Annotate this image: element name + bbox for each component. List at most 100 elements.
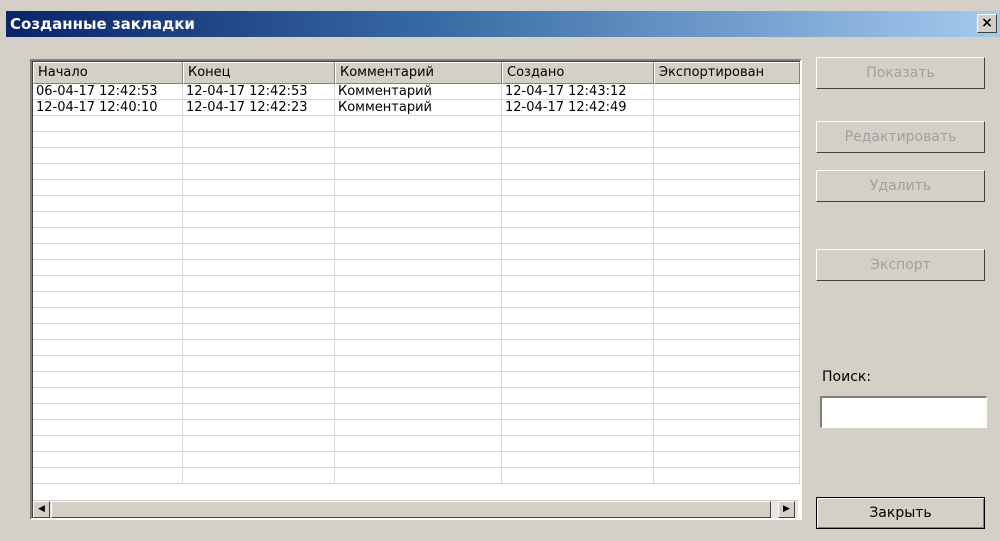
cell-comment <box>335 260 502 276</box>
cell-start <box>33 276 183 292</box>
empty-row <box>33 180 800 196</box>
cell-created <box>502 132 654 148</box>
cell-created <box>502 276 654 292</box>
cell-exported <box>654 228 800 244</box>
cell-end <box>183 228 335 244</box>
export-button[interactable]: Экспорт <box>816 249 985 281</box>
cell-created <box>502 212 654 228</box>
column-header-start[interactable]: Начало <box>33 62 183 84</box>
cell-end <box>183 404 335 420</box>
cell-start <box>33 132 183 148</box>
table-row[interactable]: 12-04-17 12:40:10 12-04-17 12:42:23 Коммен… <box>33 100 800 116</box>
cell-exported <box>654 212 800 228</box>
bookmarks-list[interactable]: Начало Конец Комментарий Создано Экспорт… <box>30 59 802 520</box>
cell-start <box>33 356 183 372</box>
cell-start <box>33 308 183 324</box>
cell-created <box>502 196 654 212</box>
empty-row <box>33 308 800 324</box>
cell-comment <box>335 372 502 388</box>
cell-end <box>183 468 335 484</box>
show-button[interactable]: Показать <box>816 57 985 89</box>
cell-exported <box>654 244 800 260</box>
cell-created <box>502 260 654 276</box>
horizontal-scrollbar[interactable]: ◀ ▶ <box>33 500 798 518</box>
cell-exported <box>654 436 800 452</box>
cell-created <box>502 308 654 324</box>
column-header-exported[interactable]: Экспортирован <box>654 62 800 84</box>
cell-exported <box>654 468 800 484</box>
cell-exported <box>654 100 800 116</box>
cell-start <box>33 420 183 436</box>
cell-start <box>33 164 183 180</box>
column-header-created[interactable]: Создано <box>502 62 654 84</box>
cell-end <box>183 148 335 164</box>
cell-exported <box>654 276 800 292</box>
cell-created <box>502 388 654 404</box>
cell-exported <box>654 404 800 420</box>
cell-start <box>33 340 183 356</box>
cell-start: 06-04-17 12:42:53 <box>33 84 183 100</box>
cell-end <box>183 196 335 212</box>
cell-created <box>502 404 654 420</box>
cell-start <box>33 196 183 212</box>
cell-comment <box>335 180 502 196</box>
scroll-right-button[interactable]: ▶ <box>778 501 795 518</box>
delete-button[interactable]: Удалить <box>816 170 985 202</box>
cell-end <box>183 132 335 148</box>
scroll-left-button[interactable]: ◀ <box>33 501 50 518</box>
title-bar[interactable]: Созданные закладки × <box>6 11 1000 37</box>
column-header-end[interactable]: Конец <box>183 62 335 84</box>
empty-row <box>33 468 800 484</box>
cell-end <box>183 260 335 276</box>
cell-start: 12-04-17 12:40:10 <box>33 100 183 116</box>
cell-exported <box>654 196 800 212</box>
cell-start <box>33 260 183 276</box>
cell-start <box>33 148 183 164</box>
cell-exported <box>654 340 800 356</box>
cell-end <box>183 292 335 308</box>
column-header-comment[interactable]: Комментарий <box>335 62 502 84</box>
cell-exported <box>654 420 800 436</box>
empty-row <box>33 116 800 132</box>
cell-comment <box>335 308 502 324</box>
cell-comment <box>335 276 502 292</box>
table-row[interactable]: 06-04-17 12:42:53 12-04-17 12:42:53 Коммен… <box>33 84 800 100</box>
cell-exported <box>654 148 800 164</box>
cell-exported <box>654 452 800 468</box>
arrow-right-icon: ▶ <box>783 504 790 514</box>
empty-row <box>33 164 800 180</box>
cell-start <box>33 244 183 260</box>
cell-end <box>183 436 335 452</box>
cell-start <box>33 388 183 404</box>
cell-comment <box>335 116 502 132</box>
cell-comment <box>335 244 502 260</box>
edit-button[interactable]: Редактировать <box>816 121 985 153</box>
cell-comment <box>335 388 502 404</box>
close-button[interactable]: Закрыть <box>816 497 985 529</box>
cell-comment <box>335 132 502 148</box>
cell-created <box>502 340 654 356</box>
cell-end <box>183 324 335 340</box>
cell-exported <box>654 180 800 196</box>
cell-comment <box>335 340 502 356</box>
cell-end <box>183 164 335 180</box>
search-label: Поиск: <box>822 369 872 385</box>
cell-created <box>502 420 654 436</box>
cell-created <box>502 324 654 340</box>
cell-comment <box>335 164 502 180</box>
cell-exported <box>654 116 800 132</box>
cell-comment <box>335 324 502 340</box>
empty-row <box>33 276 800 292</box>
empty-row <box>33 196 800 212</box>
empty-row <box>33 436 800 452</box>
cell-created <box>502 228 654 244</box>
cell-end: 12-04-17 12:42:53 <box>183 84 335 100</box>
cell-end <box>183 180 335 196</box>
scroll-thumb[interactable] <box>51 501 771 518</box>
cell-created <box>502 292 654 308</box>
search-input[interactable] <box>820 396 987 428</box>
empty-row <box>33 404 800 420</box>
cell-comment <box>335 196 502 212</box>
close-window-button[interactable]: × <box>977 14 997 33</box>
empty-row <box>33 452 800 468</box>
